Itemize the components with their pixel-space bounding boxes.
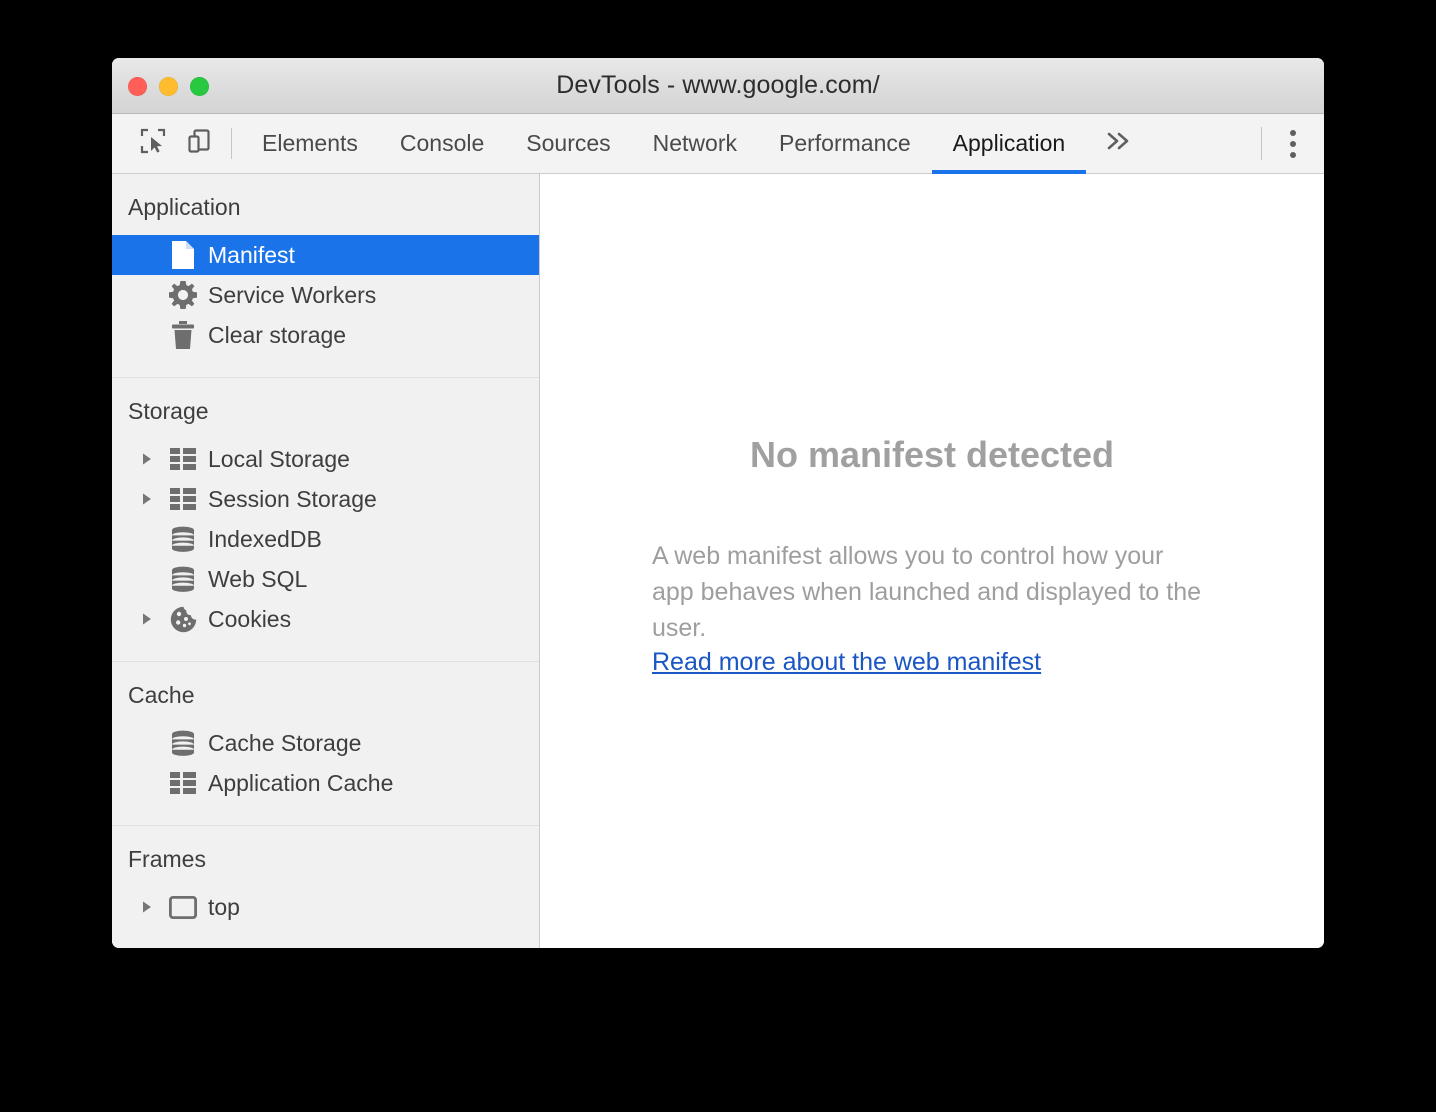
read-more-link[interactable]: Read more about the web manifest bbox=[652, 648, 1041, 677]
expand-triangle-icon[interactable] bbox=[140, 900, 166, 914]
close-window-button[interactable] bbox=[128, 76, 147, 96]
empty-state: No manifest detected A web manifest allo… bbox=[540, 434, 1324, 677]
kebab-dot bbox=[1290, 140, 1296, 147]
manifest-panel: No manifest detected A web manifest allo… bbox=[540, 174, 1324, 948]
application-sidebar: Application Manifest Service Workers Cle… bbox=[112, 174, 540, 948]
sidebar-item-service-workers[interactable]: Service Workers bbox=[112, 275, 539, 315]
more-tabs-button[interactable] bbox=[1086, 114, 1152, 173]
kebab-dot bbox=[1290, 151, 1296, 158]
tab-label: Network bbox=[652, 130, 737, 156]
sidebar-item-manifest[interactable]: Manifest bbox=[112, 235, 539, 275]
devtools-tabbar: Elements Console Sources Network Perform… bbox=[112, 114, 1324, 174]
tab-console[interactable]: Console bbox=[379, 114, 505, 173]
sidebar-item-local-storage[interactable]: Local Storage bbox=[112, 439, 539, 479]
empty-state-description: A web manifest allows you to control how… bbox=[652, 542, 1202, 642]
sidebar-item-web-sql[interactable]: Web SQL bbox=[112, 559, 539, 599]
expand-triangle-icon[interactable] bbox=[140, 452, 166, 466]
device-toolbar-button[interactable] bbox=[176, 114, 222, 173]
sidebar-item-label: Manifest bbox=[208, 241, 295, 268]
tab-sources[interactable]: Sources bbox=[505, 114, 631, 173]
tabbar-right-group bbox=[1261, 114, 1324, 173]
sidebar-item-cache-storage[interactable]: Cache Storage bbox=[112, 723, 539, 763]
tab-label: Performance bbox=[779, 130, 911, 156]
sidebar-item-session-storage[interactable]: Session Storage bbox=[112, 479, 539, 519]
expand-triangle-icon[interactable] bbox=[140, 612, 166, 626]
window-title: DevTools - www.google.com/ bbox=[556, 71, 880, 99]
device-toolbar-icon bbox=[186, 128, 212, 159]
kebab-dot bbox=[1290, 129, 1296, 136]
minimize-window-button[interactable] bbox=[159, 76, 178, 96]
section-title-frames: Frames bbox=[128, 846, 206, 872]
inspect-element-icon bbox=[140, 128, 166, 159]
sidebar-item-label: Local Storage bbox=[208, 445, 350, 472]
sidebar-item-cookies[interactable]: Cookies bbox=[112, 599, 539, 639]
database-icon bbox=[166, 730, 200, 756]
sidebar-item-label: Application Cache bbox=[208, 769, 394, 796]
traffic-light-group bbox=[128, 58, 209, 114]
section-title-application: Application bbox=[128, 194, 241, 220]
table-grid-icon bbox=[166, 488, 200, 510]
tab-application[interactable]: Application bbox=[931, 114, 1087, 174]
sidebar-item-label: Session Storage bbox=[208, 485, 377, 512]
sidebar-item-application-cache[interactable]: Application Cache bbox=[112, 763, 539, 803]
section-title-cache: Cache bbox=[128, 682, 195, 708]
devtools-body: Application Manifest Service Workers Cle… bbox=[112, 174, 1324, 948]
sidebar-item-label: Cookies bbox=[208, 605, 292, 632]
sidebar-item-label: top bbox=[208, 893, 240, 920]
table-grid-icon bbox=[166, 448, 200, 470]
tab-label: Application bbox=[952, 130, 1066, 156]
table-grid-icon bbox=[166, 772, 200, 794]
frame-icon bbox=[166, 895, 200, 919]
tab-label: Console bbox=[399, 130, 485, 156]
expand-triangle-icon[interactable] bbox=[140, 492, 166, 506]
tab-label: Sources bbox=[526, 130, 611, 156]
database-icon bbox=[166, 526, 200, 552]
devtools-window: DevTools - www.google.com/ Elements Cons… bbox=[112, 58, 1324, 948]
sidebar-item-indexeddb[interactable]: IndexedDB bbox=[112, 519, 539, 559]
more-options-button[interactable] bbox=[1262, 114, 1324, 173]
sidebar-item-clear-storage[interactable]: Clear storage bbox=[112, 315, 539, 355]
inspect-element-button[interactable] bbox=[130, 114, 176, 173]
tab-elements[interactable]: Elements bbox=[241, 114, 379, 173]
cookie-icon bbox=[166, 606, 200, 633]
empty-state-title: No manifest detected bbox=[749, 434, 1115, 475]
sidebar-item-label: Service Workers bbox=[208, 281, 377, 308]
trash-icon bbox=[166, 320, 200, 350]
database-icon bbox=[166, 566, 200, 592]
page-file-icon bbox=[166, 240, 200, 270]
empty-state-body: A web manifest allows you to control how… bbox=[652, 538, 1212, 677]
gear-icon bbox=[166, 281, 200, 309]
tab-label: Elements bbox=[262, 130, 358, 156]
sidebar-item-label: Cache Storage bbox=[208, 729, 362, 756]
tab-network[interactable]: Network bbox=[632, 114, 758, 173]
zoom-window-button[interactable] bbox=[190, 76, 209, 96]
sidebar-item-top-frame[interactable]: top bbox=[112, 887, 539, 927]
section-title-storage: Storage bbox=[128, 398, 209, 424]
tab-performance[interactable]: Performance bbox=[758, 114, 932, 173]
sidebar-item-label: Web SQL bbox=[208, 565, 308, 592]
chevron-double-right-icon bbox=[1104, 129, 1134, 158]
window-titlebar: DevTools - www.google.com/ bbox=[112, 58, 1324, 114]
sidebar-item-label: IndexedDB bbox=[208, 525, 322, 552]
toolbar-separator bbox=[231, 128, 232, 159]
sidebar-item-label: Clear storage bbox=[208, 321, 347, 348]
